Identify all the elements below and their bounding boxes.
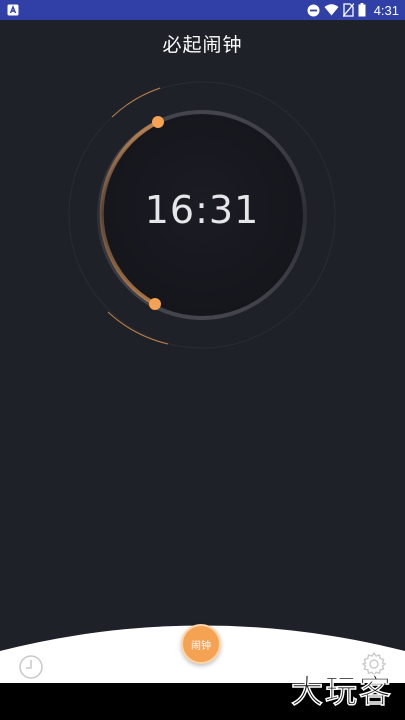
clock-icon[interactable] [18,654,44,680]
alarm-tab-button[interactable]: 闹钟 [181,624,221,664]
alarm-app-screen: 4:31 必起闹钟 16:31 闹钟 大玩客 [0,0,405,720]
alarm-tab-label: 闹钟 [191,640,211,652]
bottom-nav-background [0,625,405,720]
watermark: 大玩客 [290,671,393,711]
